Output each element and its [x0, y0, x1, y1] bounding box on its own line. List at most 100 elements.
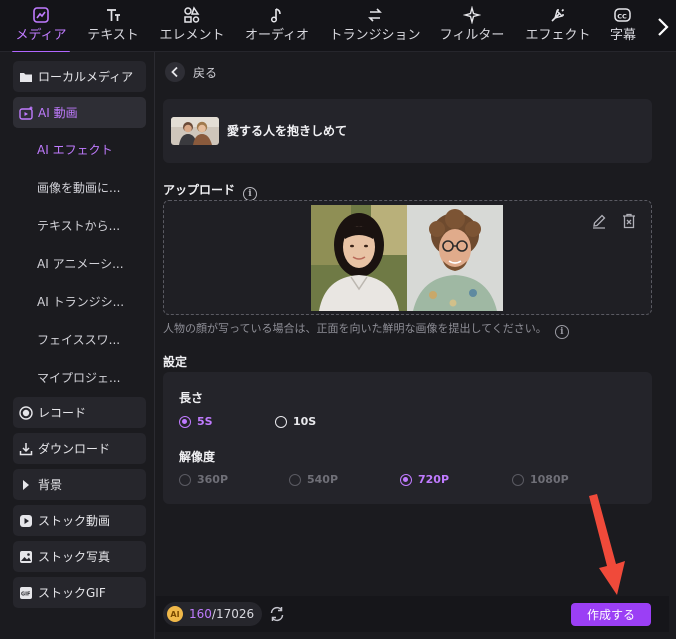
sidebar-subitem-ai-effect[interactable]: AI エフェクト — [37, 141, 137, 161]
uploaded-image-man — [407, 205, 503, 311]
refresh-icon[interactable] — [268, 605, 286, 623]
info-icon[interactable]: i — [243, 187, 258, 201]
settings-card: 長さ 5S 10S 解像度 360P 540P 720P 1080P — [163, 372, 652, 504]
chevron-left-icon — [165, 62, 185, 82]
tab-label: エフェクト — [525, 28, 591, 43]
effect-title: 愛する人を抱きしめて — [227, 124, 348, 138]
sidebar-item-label: ストックGIF — [38, 586, 106, 600]
radio-label: 540P — [307, 473, 339, 486]
effect-card: 愛する人を抱きしめて — [163, 99, 652, 163]
sidebar-item-label: 背景 — [38, 478, 63, 492]
radio-selected-icon — [179, 415, 191, 428]
back-button[interactable]: 戻る — [165, 61, 217, 83]
upload-tools — [591, 213, 637, 232]
sidebar-subitem-my-projects[interactable]: マイプロジェ... — [37, 369, 137, 389]
sidebar-item-label: ローカルメディア — [38, 70, 134, 84]
radio-selected-icon — [400, 473, 412, 486]
music-note-icon — [240, 6, 314, 28]
sidebar-subitem-ai-animation[interactable]: AI アニメーシ... — [37, 255, 137, 275]
ai-coin-icon: AI — [167, 606, 183, 622]
svg-text:CC: CC — [617, 12, 627, 20]
radio-label: 1080P — [530, 473, 569, 486]
sidebar-subitem-ai-transition[interactable]: AI トランジシ... — [37, 293, 137, 313]
tab-transition[interactable]: トランジション — [326, 6, 424, 50]
right-edge — [669, 52, 676, 639]
settings-title: 設定 — [163, 355, 188, 369]
tab-elements[interactable]: エレメント — [154, 6, 230, 50]
duration-label: 長さ — [179, 391, 204, 405]
tab-label: メディア — [15, 28, 67, 43]
duration-option-10s[interactable]: 10S — [275, 415, 316, 428]
tab-text[interactable]: テキスト — [82, 6, 144, 50]
folder-icon — [18, 69, 34, 85]
sidebar-item-record[interactable]: レコード — [13, 397, 146, 428]
top-toolbar: メディア テキスト エレメント オーディオ トランジション フィルター エフェク… — [0, 0, 676, 53]
info-icon[interactable]: i — [554, 325, 569, 339]
ai-video-icon — [18, 105, 34, 121]
radio-icon — [275, 415, 287, 428]
tab-effect[interactable]: エフェクト — [520, 6, 596, 50]
tab-audio[interactable]: オーディオ — [240, 6, 314, 50]
effect-thumbnail — [171, 117, 219, 145]
delete-icon[interactable] — [621, 213, 637, 232]
tab-label: トランジション — [329, 28, 421, 43]
sidebar-item-label: レコード — [38, 406, 87, 420]
credits-total: /17026 — [211, 607, 255, 621]
uploaded-image-woman — [311, 205, 407, 311]
sidebar-item-label: AI 動画 — [38, 106, 78, 120]
tab-filter[interactable]: フィルター — [436, 5, 508, 50]
radio-label: 10S — [293, 415, 317, 428]
tab-label: オーディオ — [244, 28, 310, 43]
download-icon — [18, 441, 34, 457]
sidebar-item-download[interactable]: ダウンロード — [13, 433, 146, 464]
text-icon — [82, 6, 144, 28]
sidebar-subitem-face-swap[interactable]: フェイススワ... — [37, 331, 137, 351]
elements-icon — [154, 6, 230, 28]
tab-label: エレメント — [159, 28, 225, 43]
resolution-label: 解像度 — [179, 450, 216, 464]
sidebar-item-label: ストック動画 — [38, 514, 111, 528]
sidebar-subitem-text-to-video[interactable]: テキストから... — [37, 217, 137, 237]
duration-option-5s[interactable]: 5S — [179, 415, 213, 428]
triangle-right-icon — [18, 477, 34, 493]
sidebar-item-background[interactable]: 背景 — [13, 469, 146, 500]
sidebar-item-stock-gif[interactable]: GIF ストックGIF — [13, 577, 146, 608]
upload-hint: 人物の顔が写っている場合は、正面を向いた鮮明な画像を提出してください。 i — [163, 320, 569, 339]
tab-label: フィルター — [439, 28, 505, 43]
resolution-option-720p[interactable]: 720P — [400, 473, 449, 486]
sparkle-icon — [436, 5, 508, 28]
resolution-option-360p[interactable]: 360P — [179, 473, 228, 486]
upload-dropzone[interactable] — [163, 200, 652, 315]
sidebar-item-local-media[interactable]: ローカルメディア — [13, 61, 146, 92]
back-label: 戻る — [193, 65, 218, 80]
sidebar-item-label: ストック写真 — [38, 550, 111, 564]
sidebar-item-stock-photo[interactable]: ストック写真 — [13, 541, 146, 572]
radio-icon — [179, 473, 191, 486]
tab-label: 字幕 — [609, 28, 636, 43]
photo-icon — [18, 549, 34, 565]
upload-heading: アップロード i — [163, 181, 258, 201]
credits-counter: AI 160/17026 — [163, 602, 263, 626]
sidebar: ローカルメディア AI 動画 AI エフェクト 画像を動画に... テキストから… — [0, 52, 155, 639]
sidebar-item-label: ダウンロード — [38, 442, 111, 456]
tab-media[interactable]: メディア — [8, 6, 74, 53]
effect-wand-icon — [520, 6, 596, 28]
sidebar-item-stock-video[interactable]: ストック動画 — [13, 505, 146, 536]
bottom-bar: AI 160/17026 作成する — [156, 596, 669, 632]
annotation-arrow-icon — [589, 494, 625, 595]
create-button[interactable]: 作成する — [571, 603, 651, 626]
record-icon — [18, 405, 34, 421]
radio-label: 360P — [197, 473, 229, 486]
radio-icon — [289, 473, 301, 486]
upload-hint-text: 人物の顔が写っている場合は、正面を向いた鮮明な画像を提出してください。 — [163, 322, 547, 335]
sidebar-item-ai-video[interactable]: AI 動画 — [13, 97, 146, 128]
resolution-option-540p[interactable]: 540P — [289, 473, 338, 486]
svg-text:GIF: GIF — [21, 591, 30, 597]
sidebar-subitem-image-to-video[interactable]: 画像を動画に... — [37, 179, 137, 199]
tab-captions[interactable]: CC 字幕 — [606, 6, 640, 50]
transition-arrows-icon — [326, 6, 424, 28]
credits-used: 160 — [189, 607, 212, 621]
chevron-right-icon[interactable] — [656, 16, 670, 38]
edit-icon[interactable] — [591, 213, 607, 232]
resolution-option-1080p[interactable]: 1080P — [512, 473, 569, 486]
